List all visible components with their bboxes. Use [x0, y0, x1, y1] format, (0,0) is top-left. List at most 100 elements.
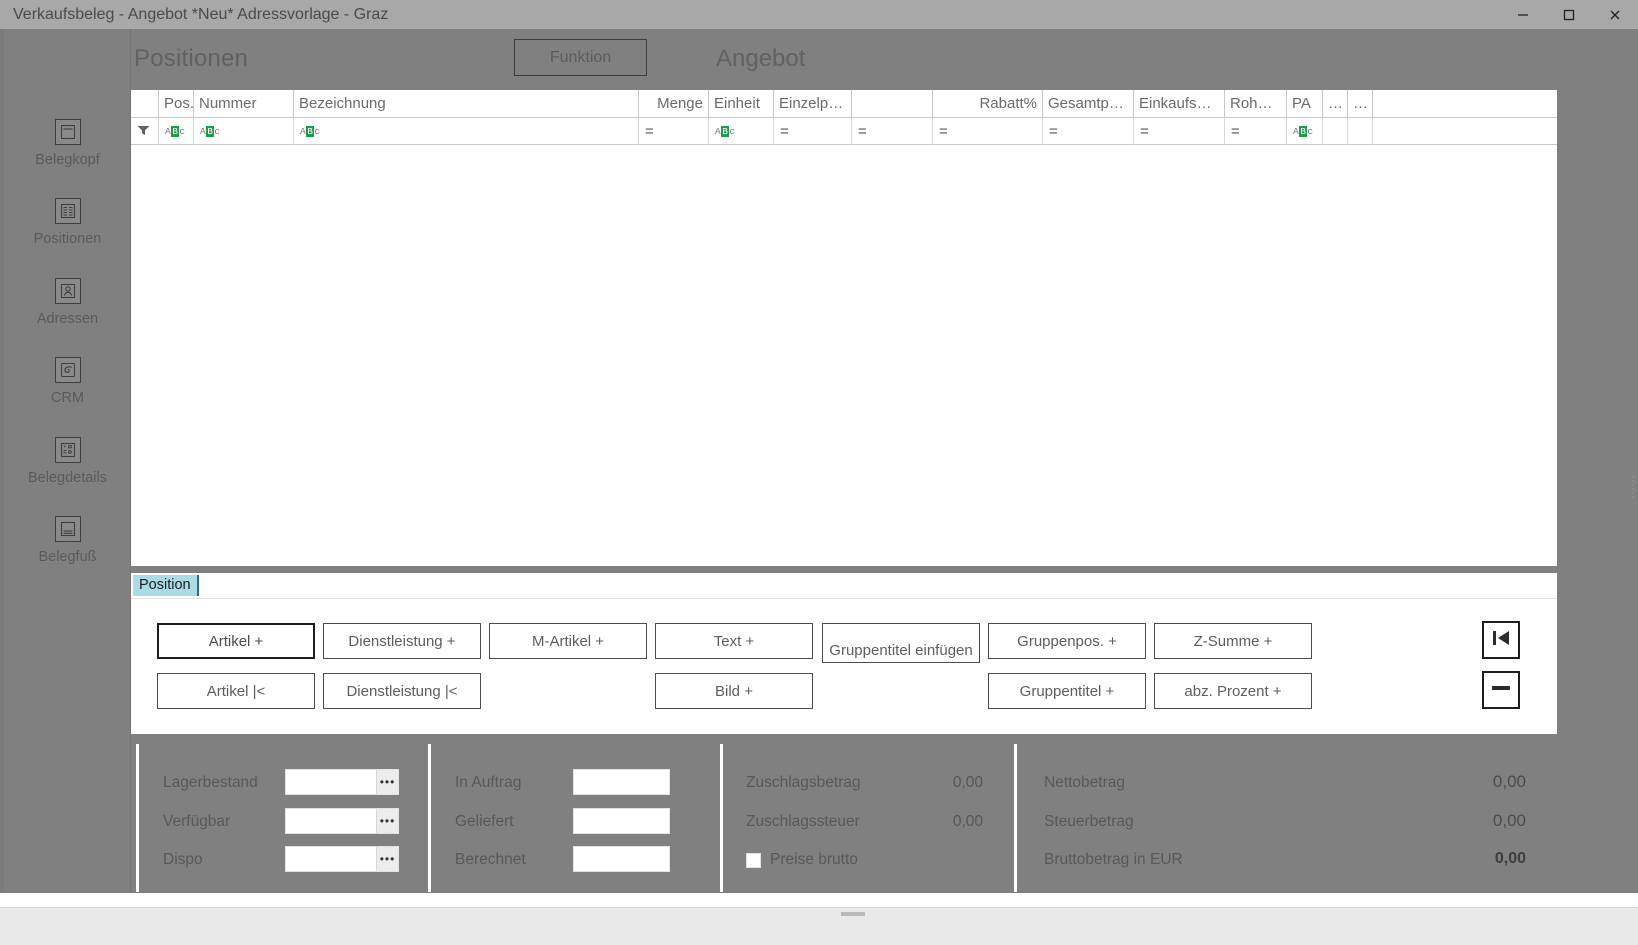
panel-bottom-edge [0, 893, 1638, 907]
ellipsis-picker-button[interactable]: ••• [376, 809, 398, 833]
grid-filter-cell[interactable]: ABc [1287, 118, 1323, 145]
grid-filter-cell[interactable]: = [852, 118, 933, 145]
action-button-z-summe[interactable]: Z-Summe + [1154, 623, 1312, 659]
grid-column-header-einheit[interactable]: Einheit [709, 90, 774, 118]
person-card-icon [54, 278, 81, 304]
panel-order: In Auftrag Geliefert Berechnet [428, 744, 721, 892]
field-label: In Auftrag [455, 774, 522, 791]
grid-column-header-blank[interactable] [131, 90, 159, 118]
close-button[interactable] [1592, 0, 1638, 29]
equals-filter-icon: = [1049, 123, 1058, 140]
field-label: Lagerbestand [163, 774, 258, 791]
grid-column-header-einzelp[interactable]: Einzelp… [774, 90, 852, 118]
sidebar-item-belegfu-[interactable]: Belegfuß [4, 516, 131, 565]
grid-filter-row[interactable]: A Bc A Bc A Bc = A Bc = = = = = = A Bc [131, 118, 1557, 145]
grid-filter-cell[interactable] [1348, 118, 1373, 145]
funktion-button[interactable]: Funktion [514, 39, 647, 76]
field-label: Nettobetrag [1044, 774, 1125, 791]
sidebar-item-label: Belegfuß [38, 549, 97, 565]
grid-column-header-pos[interactable]: Pos. [159, 90, 194, 118]
sidebar-item-adressen[interactable]: Adressen [4, 278, 131, 327]
value-bruttobetrag-in-eur: 0,00 [1494, 850, 1526, 867]
grid-filter-cell[interactable]: = [1134, 118, 1225, 145]
action-button-text[interactable]: Text + [655, 623, 813, 659]
panel-stock: Lagerbestand ••• Verfügbar ••• Dispo ••• [136, 744, 424, 892]
vertical-splitter-handle[interactable] [1629, 470, 1636, 504]
grid-filter-cell[interactable]: ABc [194, 118, 294, 145]
input-geliefert[interactable] [573, 808, 670, 834]
checkbox-box[interactable] [746, 852, 761, 868]
input-in-auftrag[interactable] [573, 769, 670, 795]
action-button-gruppentitel[interactable]: Gruppentitel + [988, 673, 1146, 709]
checkbox-label: Preise brutto [770, 851, 858, 868]
field-label: Steuerbetrag [1044, 813, 1134, 830]
grid-filter-cell[interactable]: = [933, 118, 1043, 145]
grid-column-header-rabatt[interactable]: Rabatt% [933, 90, 1043, 118]
grid-column-header-nummer[interactable]: Nummer [194, 90, 294, 118]
input-berechnet[interactable] [573, 846, 670, 872]
grid-body[interactable] [131, 145, 1557, 564]
maximize-button[interactable] [1546, 0, 1592, 29]
grid-column-header-einkaufs[interactable]: Einkaufs… [1134, 90, 1225, 118]
action-button-bild[interactable]: Bild + [655, 673, 813, 709]
action-button-gruppenpos[interactable]: Gruppenpos. + [988, 623, 1146, 659]
minimize-button[interactable] [1500, 0, 1546, 29]
grid-column-header-menge[interactable]: Menge [639, 90, 709, 118]
grid-filter-cell[interactable]: ABc [709, 118, 774, 145]
grid-column-header-gesamtp[interactable]: Gesamtp… [1043, 90, 1134, 118]
action-button-dienstleistung[interactable]: Dienstleistung |< [323, 673, 481, 709]
ellipsis-picker-button[interactable]: ••• [376, 770, 398, 794]
equals-filter-icon: = [858, 123, 867, 140]
action-button-artikel[interactable]: Artikel + [157, 623, 315, 659]
input-verf-gbar[interactable]: ••• [285, 808, 399, 834]
sidebar-item-label: Positionen [33, 231, 102, 247]
grid-column-header-blank[interactable] [852, 90, 933, 118]
collapse-minus-button[interactable] [1482, 671, 1520, 709]
equals-filter-icon: = [780, 123, 789, 140]
ellipsis-picker-button[interactable]: ••• [376, 847, 398, 871]
grid-column-header-pa[interactable]: PA [1287, 90, 1323, 118]
action-button-abz-prozent[interactable]: abz. Prozent + [1154, 673, 1312, 709]
field-label: Geliefert [455, 813, 514, 830]
checkbox-preise-brutto[interactable]: Preise brutto [746, 851, 858, 869]
positions-grid: Pos. Nummer Bezeichnung Menge Einheit Einzelp… [131, 90, 1557, 566]
grid-column-header-[interactable]: … [1323, 90, 1348, 118]
document-footer-icon [54, 516, 81, 542]
action-button-dienstleistung[interactable]: Dienstleistung + [323, 623, 481, 659]
sidebar: Belegkopf Positionen Adressen CRM Belegdetai… [4, 29, 131, 907]
action-button-gruppentitel-einf-gen[interactable]: Gruppentitel einfügen [822, 623, 980, 663]
document-header-icon [54, 119, 81, 145]
window-title: Verkaufsbeleg - Angebot *Neu* Adressvorl… [13, 5, 389, 23]
text-filter-icon: ABc [1293, 126, 1314, 137]
grid-column-header-bezeichnung[interactable]: Bezeichnung [294, 90, 639, 118]
sidebar-item-label: Belegdetails [28, 470, 107, 486]
sidebar-item-crm[interactable]: CRM [4, 357, 131, 406]
grid-filter-cell[interactable]: ABc [159, 118, 194, 145]
position-action-panel: Artikel + Dienstleistung + M-Artikel + Text… [131, 599, 1557, 734]
tab-position[interactable]: Position [133, 575, 199, 596]
move-to-start-button[interactable] [1482, 621, 1520, 659]
grid-filter-cell[interactable]: = [1225, 118, 1287, 145]
field-label: Bruttobetrag in EUR [1044, 851, 1183, 868]
grid-filter-cell[interactable] [131, 118, 159, 145]
sidebar-item-positionen[interactable]: Positionen [4, 198, 131, 247]
action-button-m-artikel[interactable]: M-Artikel + [489, 623, 647, 659]
grid-column-header-roh[interactable]: Roh… [1225, 90, 1287, 118]
horizontal-scrollbar-thumb[interactable] [841, 912, 865, 916]
sidebar-item-belegkopf[interactable]: Belegkopf [4, 119, 131, 168]
window-controls [1500, 0, 1638, 29]
grid-filter-cell[interactable]: = [639, 118, 709, 145]
grid-filter-cell[interactable]: ABc [294, 118, 639, 145]
grid-filter-cell[interactable]: = [774, 118, 852, 145]
input-dispo[interactable]: ••• [285, 846, 399, 872]
filter-funnel-icon[interactable] [137, 123, 150, 141]
input-lagerbestand[interactable]: ••• [285, 769, 399, 795]
grid-filter-cell[interactable]: = [1043, 118, 1134, 145]
text-filter-icon: ABc [165, 126, 186, 137]
value-zuschlagsbetrag: 0,00 [952, 774, 983, 791]
sidebar-item-belegdetails[interactable]: Belegdetails [4, 437, 131, 486]
page-title: Positionen [134, 45, 249, 72]
grid-filter-cell[interactable] [1323, 118, 1348, 145]
action-button-artikel[interactable]: Artikel |< [157, 673, 315, 709]
grid-column-header-[interactable]: … [1348, 90, 1373, 118]
